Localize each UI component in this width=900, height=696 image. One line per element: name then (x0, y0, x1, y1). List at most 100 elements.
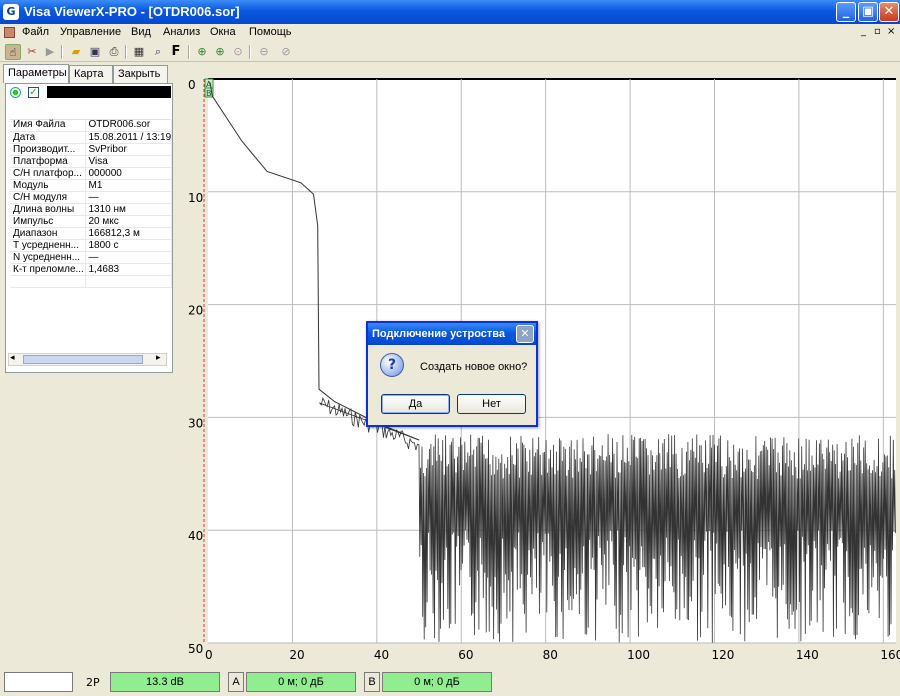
param-name: N усредненн... (10, 251, 86, 264)
table-header (10, 102, 170, 120)
x-tick-label: 60 (458, 648, 473, 662)
table-row[interactable]: С/Н платфор... 000000 (10, 167, 172, 180)
no-button[interactable]: Нет (457, 394, 526, 414)
param-value: OTDR006.sor (85, 119, 172, 132)
minimize-button[interactable]: _ (836, 2, 856, 22)
toolbar-separator (125, 45, 127, 59)
toolbar-separator (249, 45, 251, 59)
dialog-message: Создать новое окно? (420, 361, 528, 373)
table-row[interactable]: Платформа Visa (10, 155, 172, 168)
y-tick-label: 50 (188, 642, 203, 656)
status-b-value: 0 м; 0 дБ (382, 672, 492, 692)
table-row[interactable]: Модуль M1 (10, 179, 172, 192)
horizontal-scrollbar[interactable]: ◂ ▸ (8, 353, 167, 366)
document-icon[interactable] (4, 27, 15, 38)
param-value: 166812,3 м (85, 227, 172, 240)
table-row[interactable]: Импульс 20 мкс (10, 215, 172, 228)
table-row[interactable]: Т усредненн... 1800 с (10, 239, 172, 252)
yes-button[interactable]: Да (381, 394, 450, 414)
toolbar-separator (61, 45, 63, 59)
empty-cell (10, 275, 86, 288)
zoom-in-alt-icon[interactable]: ⊕ (212, 44, 228, 60)
status-2p-value: 13.3 dB (110, 672, 220, 692)
table-row[interactable]: Длина волны 1310 нм (10, 203, 172, 216)
zoom-out-icon[interactable]: ⊖ (256, 44, 272, 60)
y-tick-label: 20 (188, 304, 203, 318)
param-value: 1,4683 (85, 263, 172, 276)
mdi-minimize-button[interactable]: _ (861, 26, 866, 37)
mdi-close-button[interactable]: × (887, 26, 895, 37)
menu-windows[interactable]: Окна (210, 26, 236, 38)
tab-map[interactable]: Карта (69, 65, 113, 83)
trace-color-swatch (47, 86, 171, 98)
cursor-icon[interactable]: ☝ (5, 44, 21, 60)
table-row[interactable]: N усредненн... — (10, 251, 172, 264)
checkbox-icon[interactable]: ✓ (28, 87, 39, 98)
search-icon[interactable]: ⌕ (150, 44, 166, 60)
tab-parameters[interactable]: Параметры (3, 64, 69, 83)
font-icon[interactable]: F (168, 44, 184, 60)
y-tick-label: 0 (188, 78, 196, 92)
empty-cell (85, 275, 172, 288)
app-icon: G (3, 4, 19, 20)
status-b-label: B (364, 672, 380, 692)
menu-view[interactable]: Вид (131, 26, 151, 38)
x-tick-label: 80 (543, 648, 558, 662)
status-a-value: 0 м; 0 дБ (246, 672, 356, 692)
table-row[interactable]: Дата 15.08.2011 / 13:19 (10, 131, 172, 144)
param-name: Имя Файла (10, 119, 86, 132)
table-row[interactable]: Производит... SvPribor (10, 143, 172, 156)
x-tick-label: 20 (289, 648, 304, 662)
zoom-in-icon[interactable]: ⊕ (194, 44, 210, 60)
open-folder-icon[interactable]: ▰ (68, 44, 84, 60)
parameters-panel: ✓ Имя Файла OTDR006.sor Дата 15.08.2011 / 1… (5, 83, 173, 373)
title-bar: G Visa ViewerX-PRO - [OTDR006.sor] _ ▣ ✕ (0, 0, 900, 24)
x-tick-label: 120 (712, 648, 735, 662)
table-row-empty (10, 275, 172, 288)
dialog-close-button[interactable]: ✕ (516, 325, 534, 343)
status-bar: 2P 13.3 dB A 0 м; 0 дБ B 0 м; 0 дБ (0, 668, 900, 696)
zoom-fit-icon[interactable]: ⊙ (230, 44, 246, 60)
radio-icon[interactable] (10, 87, 21, 98)
param-value: Visa (85, 155, 172, 168)
param-name: Т усредненн... (10, 239, 86, 252)
mdi-restore-button[interactable]: ▫ (874, 26, 881, 37)
param-name: Длина волны (10, 203, 86, 216)
param-name: Дата (10, 131, 86, 144)
toolbar: ☝ ✂ ▶ ▰ ▣ ⎙ ▦ ⌕ F ⊕ ⊕ ⊙ ⊖ ⊘ (0, 42, 900, 62)
y-tick-label: 40 (188, 529, 203, 543)
print-icon[interactable]: ⎙ (106, 44, 122, 60)
menu-analysis[interactable]: Анализ (163, 26, 200, 38)
tab-close[interactable]: Закрыть (113, 65, 168, 83)
table-row[interactable]: Имя Файла OTDR006.sor (10, 119, 172, 132)
scroll-right-icon[interactable]: ▸ (156, 353, 161, 363)
close-button[interactable]: ✕ (879, 2, 899, 22)
question-icon: ? (380, 353, 404, 377)
table-icon[interactable]: ▦ (131, 44, 147, 60)
menu-file[interactable]: Файл (22, 26, 49, 38)
save-icon[interactable]: ▣ (87, 44, 103, 60)
marker-b-label: B (206, 89, 212, 98)
x-tick-label: 0 (205, 648, 213, 662)
maximize-button[interactable]: ▣ (858, 2, 878, 22)
play-icon[interactable]: ▶ (42, 44, 58, 60)
zoom-reset-icon[interactable]: ⊘ (278, 44, 294, 60)
param-name: С/Н платфор... (10, 167, 86, 180)
param-value: 000000 (85, 167, 172, 180)
param-name: Модуль (10, 179, 86, 192)
menu-control[interactable]: Управление (60, 26, 121, 38)
table-row[interactable]: С/Н модуля — (10, 191, 172, 204)
y-tick-label: 10 (188, 191, 203, 205)
otdr-trace-chart[interactable]: 0 20 40 60 80 100 120 140 16001020304050AB (180, 63, 900, 668)
x-tick-label: 140 (796, 648, 819, 662)
param-value: SvPribor (85, 143, 172, 156)
status-field[interactable] (4, 672, 73, 692)
scroll-left-icon[interactable]: ◂ (10, 353, 15, 363)
left-panel: Параметры Карта Закрыть ✓ Имя Файла OTDR0… (0, 63, 177, 668)
edit-icon[interactable]: ✂ (24, 44, 40, 60)
param-name: С/Н модуля (10, 191, 86, 204)
menu-help[interactable]: Помощь (249, 26, 292, 38)
scroll-thumb[interactable] (23, 355, 143, 364)
table-row[interactable]: Диапазон 166812,3 м (10, 227, 172, 240)
table-row[interactable]: К-т преломле... 1,4683 (10, 263, 172, 276)
